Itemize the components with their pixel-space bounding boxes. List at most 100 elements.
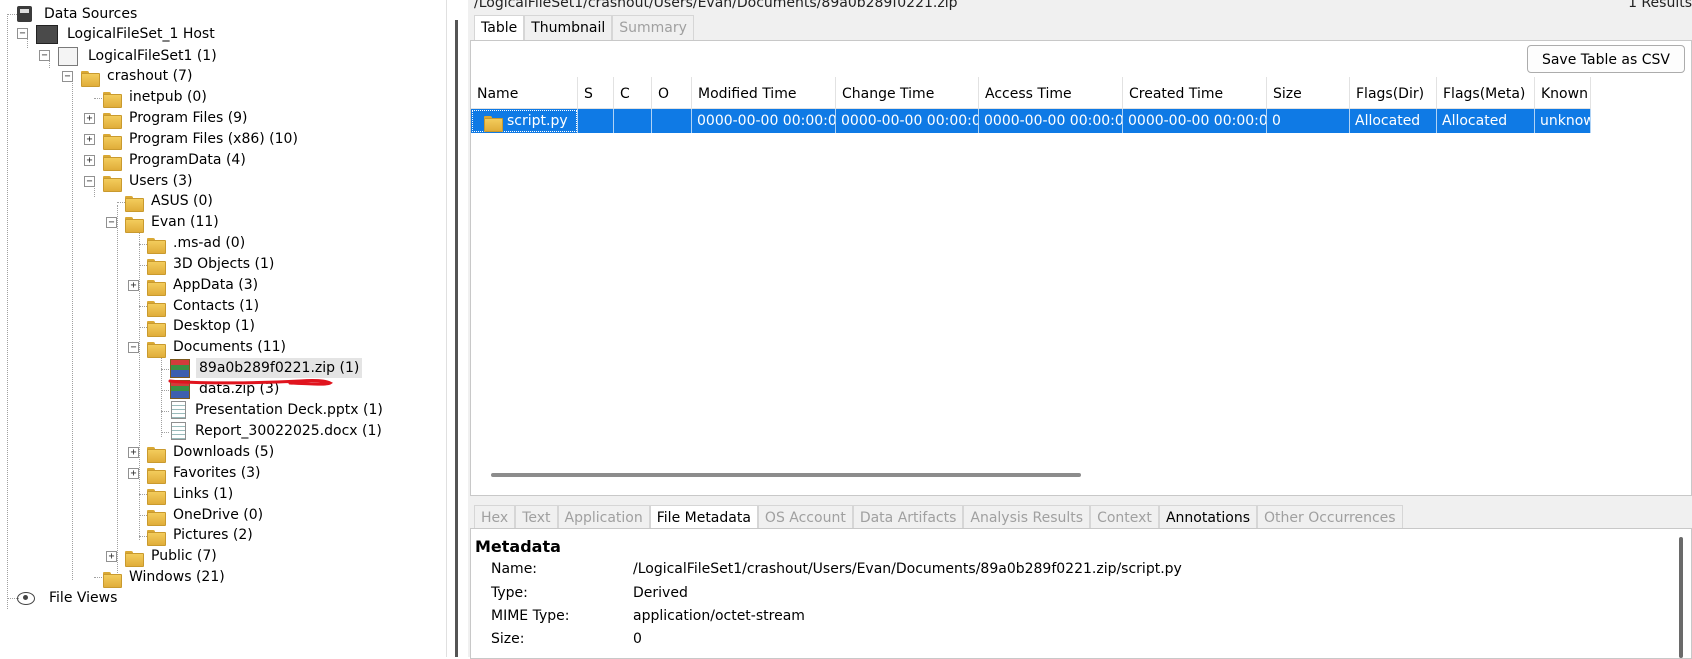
tree-item-label: Desktop (1) <box>173 318 256 334</box>
column-header-flags-meta[interactable]: Flags(Meta) <box>1437 77 1535 109</box>
expand-toggle[interactable]: + <box>84 113 95 124</box>
metadata-value: application/octet-stream <box>633 608 805 624</box>
tab-application[interactable]: Application <box>557 505 650 530</box>
column-header-access-time[interactable]: Access Time <box>979 77 1123 109</box>
tree-item-windows[interactable]: Windows (21) <box>102 567 228 588</box>
metadata-row: MIME Type: application/octet-stream <box>491 608 805 624</box>
collapse-toggle[interactable]: − <box>17 28 28 39</box>
cell-name[interactable]: script.py <box>471 109 578 133</box>
column-header-c[interactable]: C <box>614 77 652 109</box>
tree-item-label: data.zip (3) <box>199 381 280 397</box>
tree-item-ms-ad[interactable]: .ms-ad (0) <box>146 233 248 254</box>
tree-item-file-views[interactable]: File Views <box>17 588 120 608</box>
expand-toggle[interactable]: + <box>128 280 139 291</box>
cell-flags-dir[interactable]: Allocated <box>1350 109 1437 133</box>
tree-item-data-sources[interactable]: Data Sources <box>17 4 140 24</box>
tree-item-inetpub[interactable]: inetpub (0) <box>102 87 210 108</box>
tab-text[interactable]: Text <box>515 505 558 530</box>
tree-item-links[interactable]: Links (1) <box>146 484 236 505</box>
tree-item-appdata[interactable]: AppData (3) <box>146 275 261 296</box>
tree-item-label: AppData (3) <box>173 277 259 293</box>
folder-icon <box>102 131 122 150</box>
tree-item-label: Windows (21) <box>129 569 225 585</box>
save-table-csv-button[interactable]: Save Table as CSV <box>1526 45 1685 73</box>
tree-item-documents[interactable]: Documents (11) <box>146 337 289 358</box>
collapse-toggle[interactable]: − <box>62 71 73 82</box>
tree-item-program-files[interactable]: Program Files (9) <box>102 108 251 129</box>
metadata-panel: Metadata Name: /LogicalFileSet1/crashout/… <box>470 528 1692 659</box>
cell-c[interactable] <box>614 109 652 133</box>
tree-item-asus[interactable]: ASUS (0) <box>124 191 216 212</box>
tree-item-program-files-x86[interactable]: Program Files (x86) (10) <box>102 129 301 150</box>
column-header-o[interactable]: O <box>652 77 692 109</box>
tab-data-artifacts[interactable]: Data Artifacts <box>852 505 964 530</box>
horizontal-scrollbar[interactable] <box>491 473 1081 477</box>
expand-toggle[interactable]: + <box>106 551 117 562</box>
tree-item-zip-selected[interactable]: 89a0b289f0221.zip (1) <box>170 358 363 378</box>
collapse-toggle[interactable]: − <box>84 176 95 187</box>
table-row[interactable]: script.py 0000-00-00 00:00:00 0000-00-00… <box>471 109 1691 133</box>
expand-toggle[interactable]: + <box>128 447 139 458</box>
tree-item-public[interactable]: Public (7) <box>124 546 220 567</box>
tree-item-desktop[interactable]: Desktop (1) <box>146 316 258 337</box>
cell-created-time[interactable]: 0000-00-00 00:00:00 <box>1123 109 1267 133</box>
tree-item-data-zip[interactable]: data.zip (3) <box>170 379 282 399</box>
cell-s[interactable] <box>578 109 614 133</box>
expand-toggle[interactable]: + <box>84 134 95 145</box>
expand-toggle[interactable]: + <box>128 468 139 479</box>
tree-item-presentation[interactable]: Presentation Deck.pptx (1) <box>168 400 386 420</box>
metadata-value: /LogicalFileSet1/crashout/Users/Evan/Doc… <box>633 561 1182 577</box>
tree-item-favorites[interactable]: Favorites (3) <box>146 463 264 484</box>
tree-item-label: crashout (7) <box>107 68 193 84</box>
tree-item-report[interactable]: Report_30022025.docx (1) <box>168 421 385 441</box>
cell-size[interactable]: 0 <box>1267 109 1350 133</box>
column-header-s[interactable]: S <box>578 77 614 109</box>
column-header-change-time[interactable]: Change Time <box>836 77 979 109</box>
cell-flags-meta[interactable]: Allocated <box>1437 109 1535 133</box>
column-header-created-time[interactable]: Created Time <box>1123 77 1267 109</box>
folder-icon <box>124 548 144 567</box>
column-header-flags-dir[interactable]: Flags(Dir) <box>1350 77 1437 109</box>
tab-thumbnail[interactable]: Thumbnail <box>524 15 613 40</box>
column-header-name[interactable]: Name <box>471 77 578 109</box>
column-header-known[interactable]: Known <box>1535 77 1591 109</box>
folder-icon <box>146 507 166 526</box>
vertical-scrollbar[interactable] <box>1679 537 1683 658</box>
tree-item-crashout[interactable]: crashout (7) <box>80 66 195 87</box>
column-header-modified-time[interactable]: Modified Time <box>692 77 836 109</box>
tree-item-users[interactable]: Users (3) <box>102 171 196 192</box>
column-header-size[interactable]: Size <box>1267 77 1350 109</box>
collapse-toggle[interactable]: − <box>106 217 117 228</box>
tree-item-onedrive[interactable]: OneDrive (0) <box>146 505 266 526</box>
tab-context[interactable]: Context <box>1090 505 1159 530</box>
cell-modified-time[interactable]: 0000-00-00 00:00:00 <box>692 109 836 133</box>
collapse-toggle[interactable]: − <box>39 50 50 61</box>
tree-item-3d-objects[interactable]: 3D Objects (1) <box>146 254 277 275</box>
tree-item-evan[interactable]: Evan (11) <box>124 212 222 233</box>
tree-item-programdata[interactable]: ProgramData (4) <box>102 150 249 171</box>
tree-item-label: Contacts (1) <box>173 298 260 314</box>
tree-item-downloads[interactable]: Downloads (5) <box>146 442 277 463</box>
tab-other-occurrences[interactable]: Other Occurrences <box>1257 505 1403 530</box>
tree-item-pictures[interactable]: Pictures (2) <box>146 525 256 546</box>
tab-os-account[interactable]: OS Account <box>757 505 853 530</box>
results-count: 1 Results <box>1628 0 1692 11</box>
tab-hex[interactable]: Hex <box>474 505 516 530</box>
tree-item-logicalfileset1[interactable]: LogicalFileSet1 (1) <box>58 46 220 66</box>
collapse-toggle[interactable]: − <box>128 342 139 353</box>
cell-access-time[interactable]: 0000-00-00 00:00:00 <box>979 109 1123 133</box>
tree-item-host[interactable]: LogicalFileSet_1 Host <box>36 24 218 44</box>
cell-change-time[interactable]: 0000-00-00 00:00:00 <box>836 109 979 133</box>
panel-splitter[interactable] <box>446 0 467 657</box>
tab-analysis-results[interactable]: Analysis Results <box>963 505 1091 530</box>
cell-known[interactable]: unknown <box>1535 109 1591 133</box>
expand-toggle[interactable]: + <box>84 155 95 166</box>
tree-scrollbar[interactable] <box>455 20 458 657</box>
tab-annotations[interactable]: Annotations <box>1158 505 1258 530</box>
cell-o[interactable] <box>652 109 692 133</box>
tab-table[interactable]: Table <box>474 15 525 40</box>
folder-icon <box>146 465 166 484</box>
tree-item-contacts[interactable]: Contacts (1) <box>146 296 262 317</box>
tab-summary[interactable]: Summary <box>612 15 694 40</box>
tab-file-metadata[interactable]: File Metadata <box>649 505 758 530</box>
